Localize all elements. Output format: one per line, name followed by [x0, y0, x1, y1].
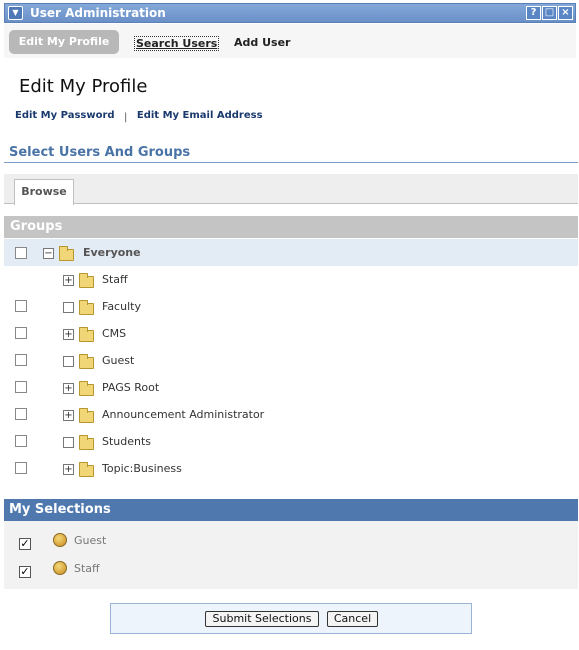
my-selections-list: ✓ Guest ✓ Staff [4, 521, 578, 589]
tree-row-students: Students [4, 428, 578, 455]
cancel-button[interactable]: Cancel [327, 611, 378, 627]
expand-icon[interactable]: + [63, 329, 74, 340]
selection-checkbox-staff[interactable]: ✓ [19, 566, 31, 578]
folder-icon [79, 273, 94, 288]
tree-label-topic-business[interactable]: Topic:Business [102, 462, 182, 475]
selection-label-staff: Staff [74, 562, 100, 575]
window-menu-button[interactable]: ▼ [8, 6, 23, 20]
expand-icon[interactable]: + [63, 383, 74, 394]
nav-add-user[interactable]: Add User [234, 36, 290, 49]
checkbox-students[interactable] [15, 435, 27, 447]
tree-label-everyone[interactable]: Everyone [83, 246, 141, 259]
checkbox-pags-root[interactable] [15, 381, 27, 393]
folder-icon [79, 408, 94, 423]
link-separator: | [124, 112, 128, 123]
my-selections-header: My Selections [4, 499, 578, 521]
tree-row-cms: + CMS [4, 320, 578, 347]
checkbox-cms[interactable] [15, 327, 27, 339]
tree-row-everyone: − Everyone [4, 239, 578, 266]
selection-label-guest: Guest [74, 534, 107, 547]
leaf-box-icon [63, 437, 74, 448]
action-button-bar: Submit Selections Cancel [110, 603, 472, 634]
section-divider [4, 162, 578, 163]
tree-row-pags-root: + PAGS Root [4, 374, 578, 401]
checkbox-faculty[interactable] [15, 300, 27, 312]
close-icon[interactable]: × [558, 6, 573, 20]
folder-icon [79, 327, 94, 342]
tab-browse[interactable]: Browse [14, 179, 74, 205]
checkbox-topic-business[interactable] [15, 462, 27, 474]
leaf-box-icon [63, 302, 74, 313]
tree-label-announcement-admin[interactable]: Announcement Administrator [102, 408, 264, 421]
tree-label-cms[interactable]: CMS [102, 327, 126, 340]
expand-icon[interactable]: + [63, 410, 74, 421]
nav-edit-profile[interactable]: Edit My Profile [9, 30, 119, 54]
tree-row-guest: Guest [4, 347, 578, 374]
expand-icon[interactable]: + [63, 464, 74, 475]
folder-open-icon [59, 246, 74, 261]
profile-sublinks: Edit My Password | Edit My Email Address [15, 110, 263, 123]
window-title: User Administration [30, 6, 166, 20]
group-icon [53, 561, 67, 575]
maximize-icon[interactable]: □ [542, 6, 557, 20]
tab-strip: Browse [4, 174, 578, 205]
tree-row-announcement-admin: + Announcement Administrator [4, 401, 578, 428]
collapse-icon[interactable]: − [43, 248, 54, 259]
help-icon[interactable]: ? [526, 6, 541, 20]
edit-email-link[interactable]: Edit My Email Address [137, 110, 263, 121]
selection-checkbox-guest[interactable]: ✓ [19, 538, 31, 550]
leaf-box-icon [63, 356, 74, 367]
folder-icon [79, 462, 94, 477]
submit-selections-button[interactable]: Submit Selections [205, 611, 319, 627]
group-icon [53, 533, 67, 547]
tree-label-faculty[interactable]: Faculty [102, 300, 141, 313]
select-users-heading: Select Users And Groups [9, 145, 191, 160]
top-navigation: Edit My Profile Search Users Add User [4, 24, 576, 58]
folder-icon [79, 435, 94, 450]
edit-password-link[interactable]: Edit My Password [15, 110, 115, 121]
checkbox-everyone[interactable] [15, 247, 27, 259]
tree-label-students[interactable]: Students [102, 435, 151, 448]
expand-icon[interactable]: + [63, 275, 74, 286]
tree-label-staff[interactable]: Staff [102, 273, 128, 286]
tree-label-guest[interactable]: Guest [102, 354, 134, 367]
tree-row-staff: + Staff [4, 266, 578, 293]
groups-header: Groups [4, 216, 578, 238]
nav-search-users[interactable]: Search Users [134, 36, 220, 51]
folder-icon [79, 381, 94, 396]
folder-icon [79, 300, 94, 315]
window-title-bar: ▼ User Administration ? □ × [4, 3, 576, 23]
page-title: Edit My Profile [19, 76, 148, 97]
tree-row-faculty: Faculty [4, 293, 578, 320]
checkbox-announcement-admin[interactable] [15, 408, 27, 420]
folder-icon [79, 354, 94, 369]
tree-row-topic-business: + Topic:Business [4, 455, 578, 482]
tree-label-pags-root[interactable]: PAGS Root [102, 381, 159, 394]
checkbox-guest[interactable] [15, 354, 27, 366]
